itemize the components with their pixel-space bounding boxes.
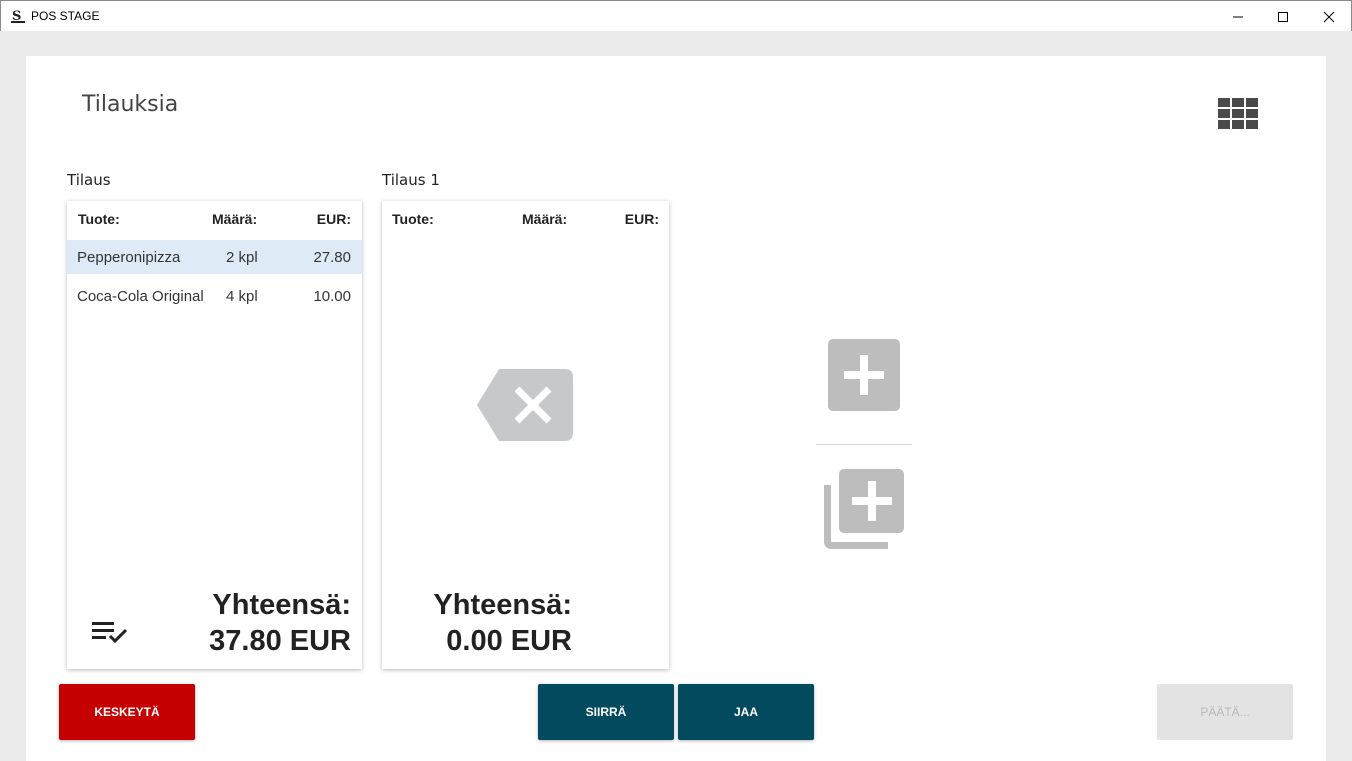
header-product: Tuote: <box>78 211 120 227</box>
header-product: Tuote: <box>392 211 434 227</box>
row-qty: 4 kpl <box>226 288 258 305</box>
header-qty: Määrä: <box>212 211 258 227</box>
library-add-icon[interactable] <box>824 469 904 549</box>
minimize-button[interactable] <box>1215 1 1261 32</box>
split-button[interactable]: JAA <box>678 684 814 740</box>
row-product: Pepperonipizza <box>77 249 181 266</box>
maximize-icon <box>1278 11 1288 22</box>
page-title: Tilauksia <box>82 92 179 117</box>
row-eur: 27.80 <box>313 249 351 266</box>
pos-logo-icon: S <box>11 9 25 24</box>
order-total: Yhteensä: 0.00 EUR <box>433 587 572 659</box>
window-title: POS STAGE <box>31 9 100 23</box>
order-row[interactable]: Pepperonipizza 2 kpl 27.80 <box>67 240 362 274</box>
header-eur: EUR: <box>316 211 351 227</box>
order-total: Yhteensä: 37.80 EUR <box>209 587 351 659</box>
close-icon <box>1323 11 1335 22</box>
order-label: Tilaus 1 <box>382 171 440 189</box>
total-label: Yhteensä: <box>212 589 351 621</box>
total-label: Yhteensä: <box>433 589 572 621</box>
grid-view-icon[interactable] <box>1218 98 1260 130</box>
list-check-icon[interactable] <box>91 619 129 647</box>
move-button[interactable]: SIIRRÄ <box>538 684 674 740</box>
cancel-button[interactable]: KESKEYTÄ <box>59 684 195 740</box>
backspace-clear-icon[interactable] <box>477 369 573 441</box>
header-eur: EUR: <box>624 211 659 227</box>
close-button[interactable] <box>1306 1 1352 32</box>
order-row[interactable]: Coca-Cola Original 4 kpl 10.00 <box>67 279 362 313</box>
row-eur: 10.00 <box>313 288 351 305</box>
row-product: Coca-Cola Original <box>77 288 204 305</box>
order-label: Tilaus <box>67 171 111 189</box>
add-box-icon[interactable] <box>828 339 900 411</box>
total-value: 0.00 EUR <box>446 625 572 657</box>
order-card[interactable]: Tuote: Määrä: EUR: Pepperonipizza 2 kpl … <box>67 201 362 669</box>
order-card[interactable]: Tuote: Määrä: EUR: Yhteensä: 0.00 EUR <box>382 201 669 669</box>
minimize-icon <box>1233 16 1243 17</box>
header-qty: Määrä: <box>522 211 568 227</box>
total-value: 37.80 EUR <box>209 625 351 657</box>
maximize-button[interactable] <box>1260 1 1306 32</box>
divider <box>816 444 912 445</box>
row-qty: 2 kpl <box>226 249 258 266</box>
window-titlebar: S POS STAGE <box>0 0 1352 31</box>
finish-button[interactable]: PÄÄTÄ... <box>1157 684 1293 740</box>
